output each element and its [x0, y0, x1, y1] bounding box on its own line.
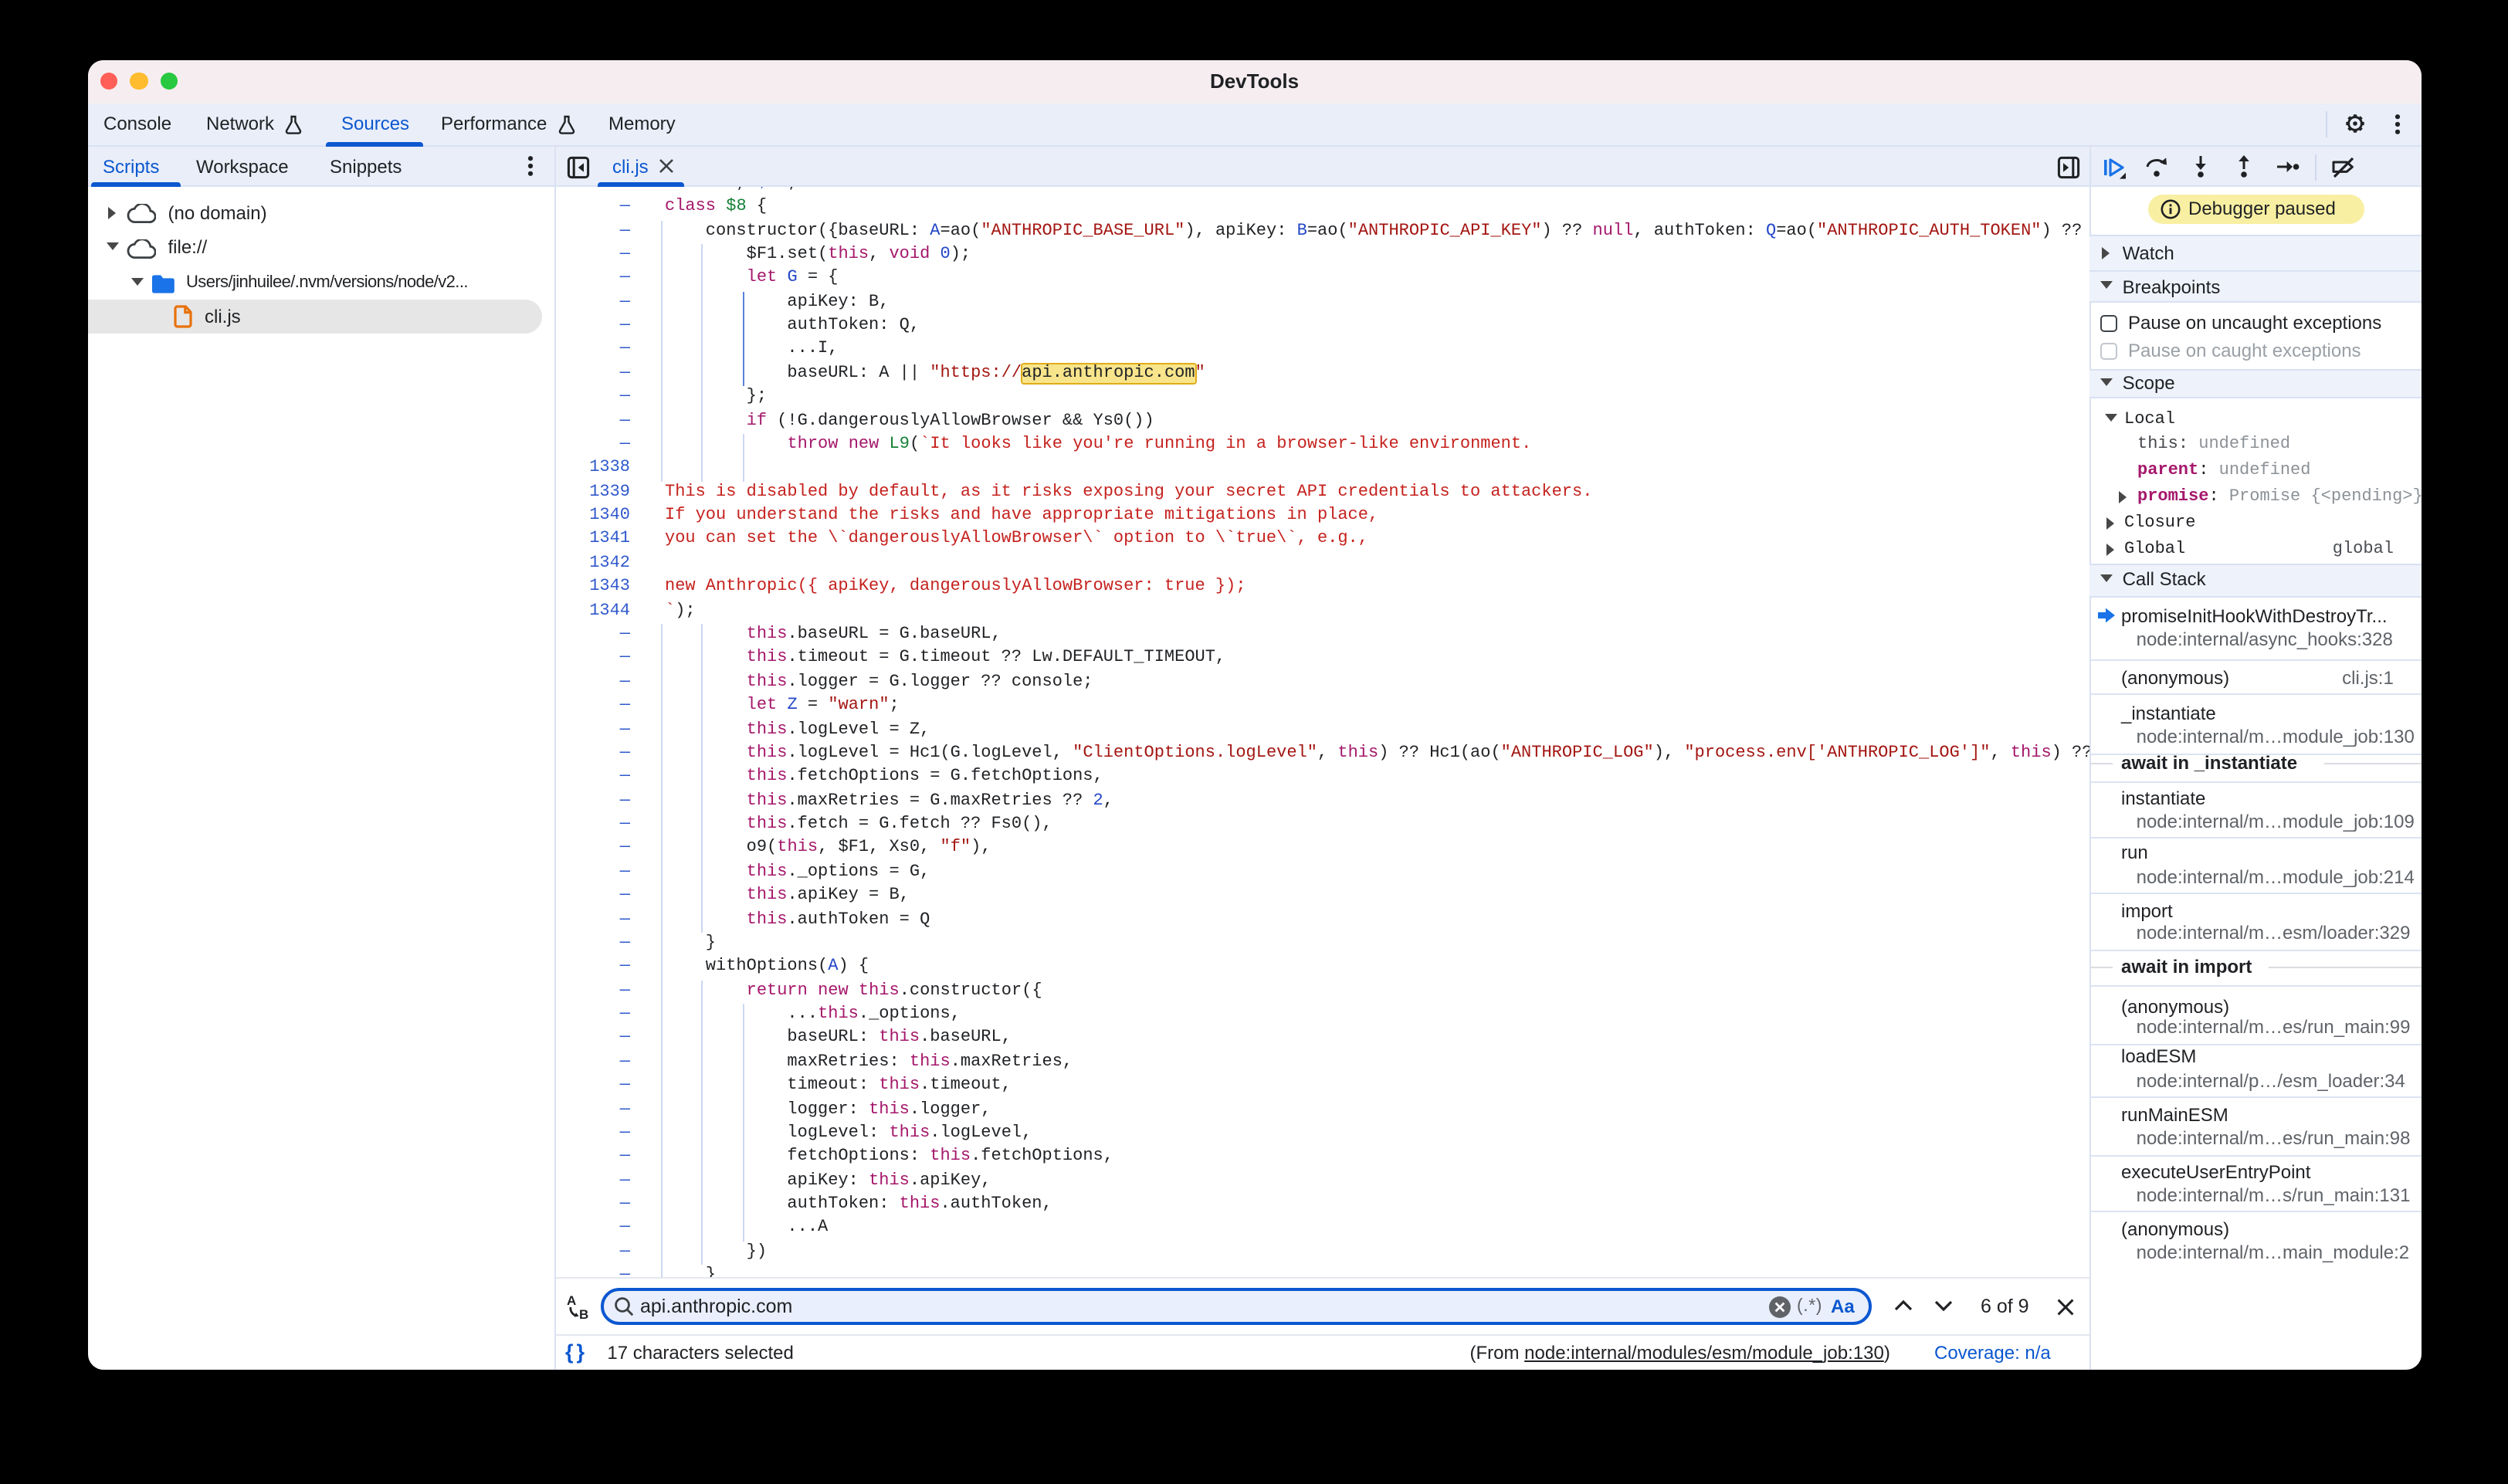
svg-text:B: B [578, 1306, 588, 1320]
svg-text:A: A [566, 1293, 575, 1307]
